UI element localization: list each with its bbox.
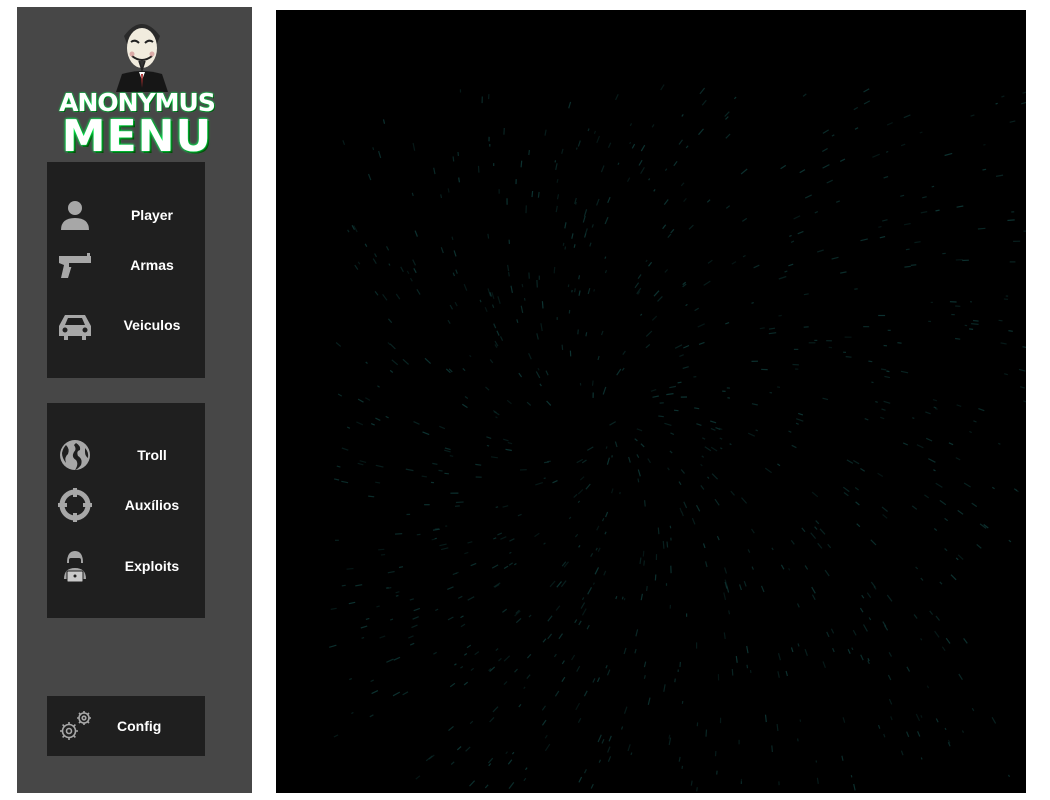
menu-item-label: Troll <box>137 447 167 463</box>
config-button[interactable]: Config <box>47 706 205 746</box>
config-panel: Config <box>47 696 205 756</box>
menu-item-label: Player <box>130 207 174 223</box>
menu-panel-secondary: Troll Auxílios Exploits <box>47 403 205 618</box>
menu-item-label: Armas <box>130 257 174 273</box>
menu-item-label: Veiculos <box>123 317 181 333</box>
car-icon <box>57 308 93 342</box>
config-label: Config <box>117 718 162 734</box>
particle-background <box>329 84 1026 792</box>
menu-item-veiculos[interactable]: Veiculos <box>47 305 205 345</box>
crosshair-icon <box>57 488 93 522</box>
hacker-icon <box>57 549 93 583</box>
menu-item-exploits[interactable]: Exploits <box>47 546 205 586</box>
main-viewport[interactable] <box>276 10 1026 793</box>
menu-panel-primary: Player Armas Veiculos <box>47 162 205 378</box>
menu-item-player[interactable]: Player <box>47 195 205 235</box>
menu-item-label: Exploits <box>124 558 180 574</box>
menu-item-troll[interactable]: Troll <box>47 435 205 475</box>
menu-item-label: Auxílios <box>124 497 180 513</box>
menu-item-auxilios[interactable]: Auxílios <box>47 485 205 525</box>
menu-item-armas[interactable]: Armas <box>47 245 205 285</box>
globe-icon <box>57 438 93 472</box>
logo-subtitle: MENU <box>61 111 213 162</box>
player-icon <box>57 198 93 232</box>
gun-icon <box>57 248 93 282</box>
anonymus-logo: ANONYMUS MENU <box>57 12 217 162</box>
guy-fawkes-mask-icon <box>112 14 172 92</box>
gears-icon <box>57 709 93 743</box>
sidebar: ANONYMUS MENU Player Armas Veiculos Trol… <box>17 7 252 793</box>
